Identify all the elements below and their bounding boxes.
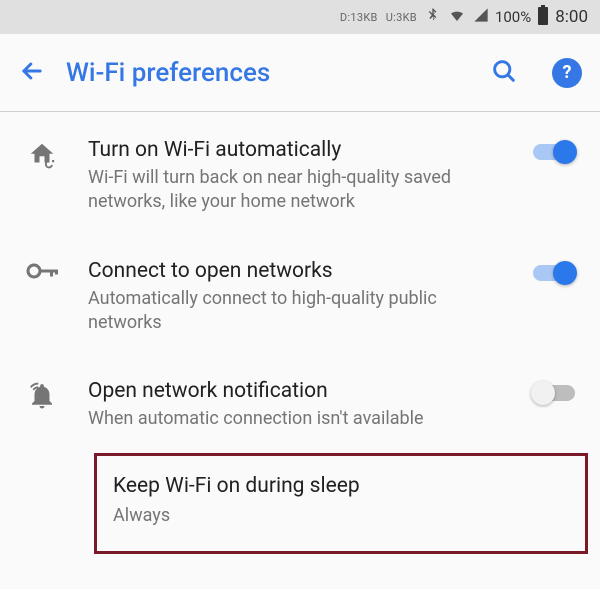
- pref-subtitle: Wi-Fi will turn back on near high-qualit…: [88, 166, 504, 215]
- settings-list: Turn on Wi-Fi automatically Wi-Fi will t…: [0, 112, 600, 554]
- wifi-icon: [447, 7, 467, 27]
- battery-icon: [537, 5, 549, 29]
- pref-title: Open network notification: [88, 379, 504, 403]
- home-refresh-icon: [18, 138, 66, 170]
- status-icons: 100% 8:00: [425, 5, 588, 29]
- switch-turn-on-wifi-auto[interactable]: [533, 144, 575, 160]
- pref-connect-open-networks[interactable]: Connect to open networks Automatically c…: [0, 237, 600, 358]
- cell-signal-icon: [473, 7, 489, 27]
- net-up: U:3KB: [386, 11, 417, 24]
- pref-subtitle: Automatically connect to high-quality pu…: [88, 287, 504, 336]
- clock: 8:00: [555, 7, 588, 27]
- search-button[interactable]: [490, 57, 518, 89]
- switch-connect-open-networks[interactable]: [533, 265, 575, 281]
- pref-open-network-notification[interactable]: Open network notification When automatic…: [0, 357, 600, 453]
- app-bar: Wi-Fi preferences ?: [0, 34, 600, 112]
- pref-subtitle: When automatic connection isn't availabl…: [88, 407, 504, 431]
- net-down: D:13KB: [340, 11, 378, 24]
- help-button[interactable]: ?: [552, 58, 582, 88]
- key-icon: [18, 259, 66, 281]
- battery-percent: 100%: [495, 8, 531, 26]
- pref-title: Keep Wi-Fi on during sleep: [113, 474, 569, 498]
- status-bar: D:13KB U:3KB 100% 8:00: [0, 0, 600, 34]
- pref-title: Turn on Wi-Fi automatically: [88, 138, 504, 162]
- page-title: Wi-Fi preferences: [66, 58, 470, 88]
- pref-keep-wifi-on-sleep[interactable]: Keep Wi-Fi on during sleep Always: [94, 453, 588, 553]
- bluetooth-icon: [425, 5, 441, 29]
- bell-wifi-icon: [18, 379, 66, 411]
- back-button[interactable]: [18, 57, 46, 89]
- pref-turn-on-wifi-auto[interactable]: Turn on Wi-Fi automatically Wi-Fi will t…: [0, 116, 600, 237]
- pref-subtitle: Always: [113, 504, 569, 528]
- pref-title: Connect to open networks: [88, 259, 504, 283]
- switch-open-network-notification[interactable]: [533, 385, 575, 401]
